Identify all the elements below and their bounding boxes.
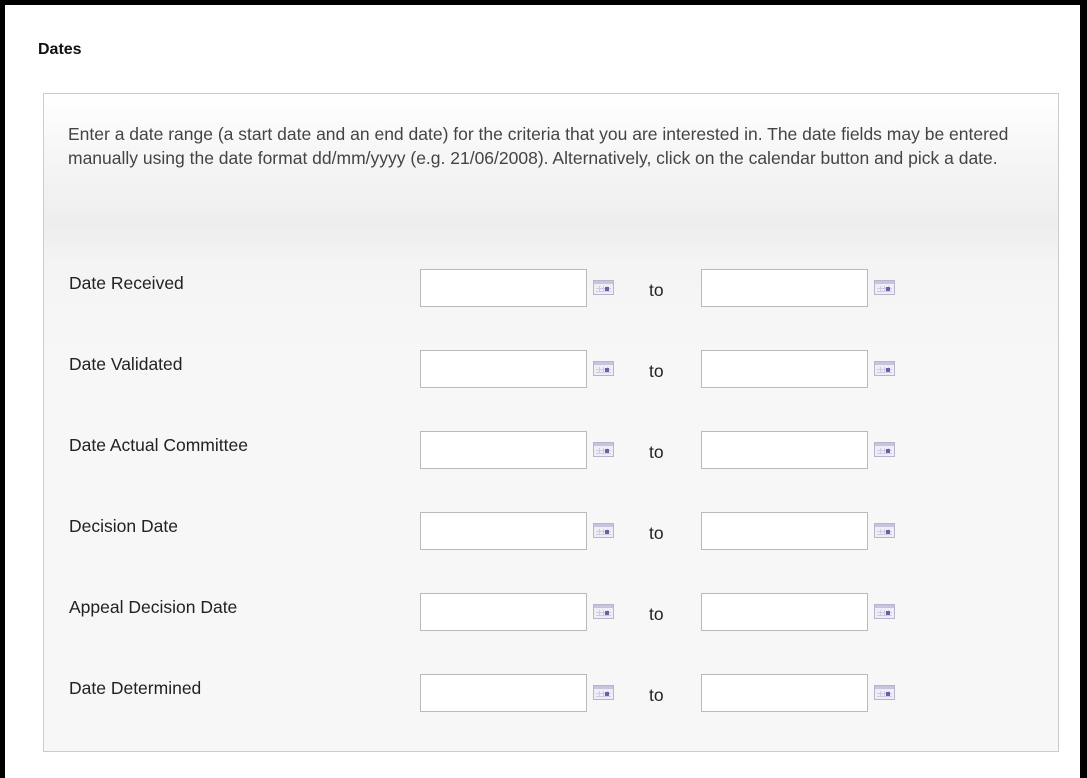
calendar-icon[interactable] [874, 604, 895, 619]
date-validated-from-input[interactable] [420, 350, 587, 388]
decision-date-from-input[interactable] [420, 512, 587, 550]
date-received-to-input[interactable] [701, 269, 868, 307]
row-label: Date Determined [69, 678, 202, 698]
calendar-icon[interactable] [593, 442, 614, 457]
appeal-decision-date-to-input[interactable] [701, 593, 868, 631]
date-range-row: Date Validated to [44, 350, 1058, 390]
date-range-row: Appeal Decision Date to [44, 593, 1058, 633]
date-actual-committee-to-input[interactable] [701, 431, 868, 469]
calendar-icon[interactable] [593, 523, 614, 538]
calendar-icon[interactable] [593, 361, 614, 376]
range-to-label: to [649, 604, 664, 624]
range-to-label: to [649, 523, 664, 543]
calendar-icon[interactable] [593, 685, 614, 700]
calendar-icon[interactable] [874, 280, 895, 295]
row-label: Date Validated [69, 354, 183, 374]
calendar-icon[interactable] [874, 442, 895, 457]
calendar-icon[interactable] [874, 361, 895, 376]
date-range-row: Date Received to [44, 269, 1058, 309]
calendar-icon[interactable] [874, 523, 895, 538]
range-to-label: to [649, 361, 664, 381]
date-range-row: Decision Date to [44, 512, 1058, 552]
date-actual-committee-from-input[interactable] [420, 431, 587, 469]
calendar-icon[interactable] [874, 685, 895, 700]
intro-text: Enter a date range (a start date and an … [68, 124, 1009, 168]
row-label: Date Received [69, 273, 184, 293]
range-to-label: to [649, 442, 664, 462]
row-label: Appeal Decision Date [69, 597, 238, 617]
dates-panel: Enter a date range (a start date and an … [43, 93, 1059, 752]
row-label: Decision Date [69, 516, 178, 536]
date-received-from-input[interactable] [420, 269, 587, 307]
row-label: Date Actual Committee [69, 435, 248, 455]
range-to-label: to [649, 685, 664, 705]
date-determined-from-input[interactable] [420, 674, 587, 712]
calendar-icon[interactable] [593, 280, 614, 295]
decision-date-to-input[interactable] [701, 512, 868, 550]
range-to-label: to [649, 280, 664, 300]
date-determined-to-input[interactable] [701, 674, 868, 712]
date-validated-to-input[interactable] [701, 350, 868, 388]
date-range-row: Date Determined to [44, 674, 1058, 714]
calendar-icon[interactable] [593, 604, 614, 619]
section-title: Dates [38, 41, 82, 58]
window-frame: Dates Enter a date range (a start date a… [0, 0, 1087, 778]
date-range-row: Date Actual Committee to [44, 431, 1058, 471]
appeal-decision-date-from-input[interactable] [420, 593, 587, 631]
